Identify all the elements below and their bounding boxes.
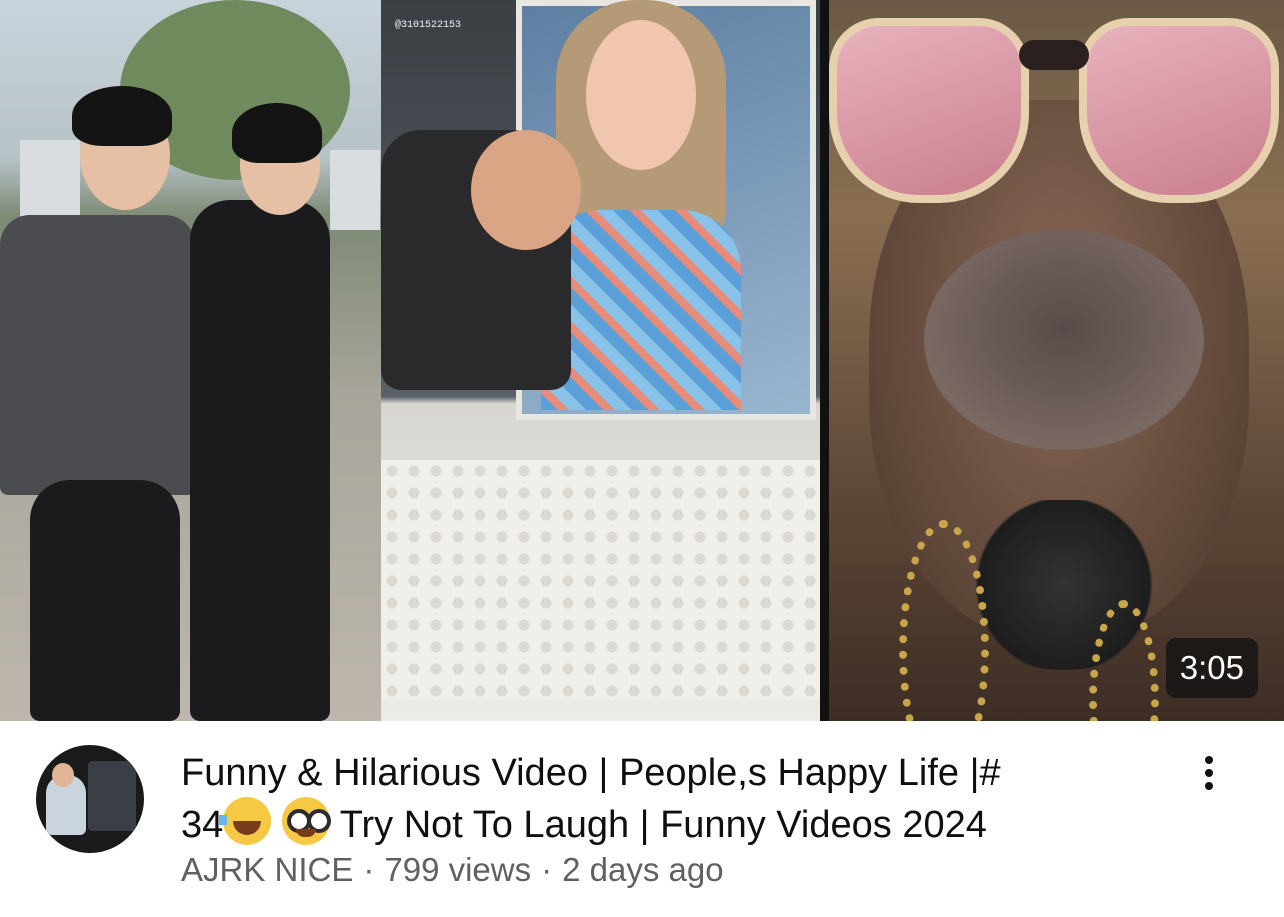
face-with-tears-of-joy-icon — [219, 797, 292, 845]
more-vertical-icon[interactable] — [1192, 752, 1226, 794]
view-count: 799 views — [384, 851, 532, 888]
meta-separator: · — [541, 851, 553, 888]
video-thumbnail[interactable]: @3101522153 3:05 — [0, 0, 1284, 721]
thumbnail-panel-sunglasses — [829, 0, 1284, 721]
thumbnail-panel-couple — [0, 0, 381, 721]
video-title-line1: Funny & Hilarious Video | People,s Happy… — [181, 752, 1001, 794]
thumbnail-watermark: @3101522153 — [395, 20, 462, 31]
channel-name[interactable]: AJRK NICE — [181, 851, 353, 888]
nerd-face-icon — [281, 797, 330, 845]
channel-avatar[interactable] — [36, 745, 144, 853]
video-title[interactable]: Funny & Hilarious Video | People,s Happy… — [181, 750, 1141, 849]
meta-separator: · — [363, 851, 375, 888]
video-title-line2: Try Not To Laugh | Funny Videos 2024 — [339, 804, 987, 846]
video-metadata: AJRK NICE · 799 views · 2 days ago — [181, 851, 724, 889]
upload-age: 2 days ago — [562, 851, 724, 888]
thumbnail-panel-tv: @3101522153 — [381, 0, 820, 721]
thumbnail-divider — [820, 0, 829, 721]
video-title-number: 34 — [181, 804, 224, 846]
duration-badge: 3:05 — [1165, 638, 1258, 698]
